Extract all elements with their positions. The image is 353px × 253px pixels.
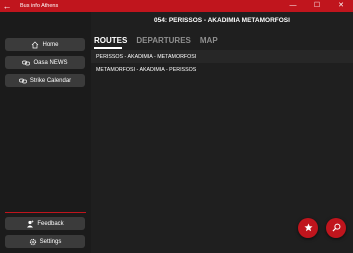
tab-bar: ROUTES DEPARTURES MAP: [94, 36, 227, 45]
sidebar-item-strike-calendar[interactable]: Strike Calendar: [5, 74, 85, 87]
close-button[interactable]: ✕: [329, 0, 353, 12]
main-content: 054: PERISSOS - AKADIMIA METAMORFOSI ROU…: [91, 12, 353, 253]
person-add-icon: [26, 220, 34, 228]
sidebar-item-label: Strike Calendar: [29, 77, 72, 84]
sidebar: Home Oasa NEWS Strike Calendar Feedback …: [0, 12, 91, 253]
title-bar: ← Bus info Athens — ☐ ✕: [0, 0, 353, 12]
sidebar-item-label: Feedback: [37, 220, 64, 227]
window-title: Bus info Athens: [20, 3, 59, 9]
sidebar-item-label: Home: [42, 41, 59, 48]
close-icon: ✕: [338, 2, 344, 9]
sidebar-item-feedback[interactable]: Feedback: [5, 217, 85, 230]
sidebar-item-settings[interactable]: Settings: [5, 235, 85, 248]
link-icon: [18, 77, 27, 85]
sidebar-item-label: Settings: [39, 238, 62, 245]
minimize-icon: —: [289, 2, 297, 9]
tab-routes[interactable]: ROUTES: [94, 36, 127, 45]
maximize-icon: ☐: [313, 2, 321, 9]
favorite-button[interactable]: [298, 218, 318, 238]
sidebar-item-oasa-news[interactable]: Oasa NEWS: [5, 56, 85, 69]
back-button[interactable]: ←: [0, 0, 14, 12]
page-title: 054: PERISSOS - AKADIMIA METAMORFOSI: [154, 17, 290, 24]
arrow-left-icon: ←: [2, 1, 12, 11]
search-icon: [331, 219, 341, 237]
sidebar-item-label: Oasa NEWS: [33, 59, 68, 66]
link-icon: [22, 59, 31, 67]
sidebar-item-home[interactable]: Home: [5, 38, 85, 51]
gear-icon: [29, 238, 37, 246]
window-controls: — ☐ ✕: [281, 0, 353, 12]
maximize-button[interactable]: ☐: [305, 0, 329, 12]
tab-departures[interactable]: DEPARTURES: [136, 36, 191, 45]
star-icon: [303, 219, 313, 237]
sidebar-divider: [5, 212, 86, 213]
home-icon: [31, 41, 39, 49]
list-item[interactable]: METAMORFOSI - AKADIMIA - PERISSOS: [91, 63, 353, 76]
minimize-button[interactable]: —: [281, 0, 305, 12]
active-tab-indicator: [94, 47, 122, 49]
route-list: PERISSOS - AKADIMIA - METAMORFOSI METAMO…: [91, 50, 353, 76]
search-button[interactable]: [326, 218, 346, 238]
tab-map[interactable]: MAP: [200, 36, 218, 45]
list-item[interactable]: PERISSOS - AKADIMIA - METAMORFOSI: [91, 50, 353, 63]
